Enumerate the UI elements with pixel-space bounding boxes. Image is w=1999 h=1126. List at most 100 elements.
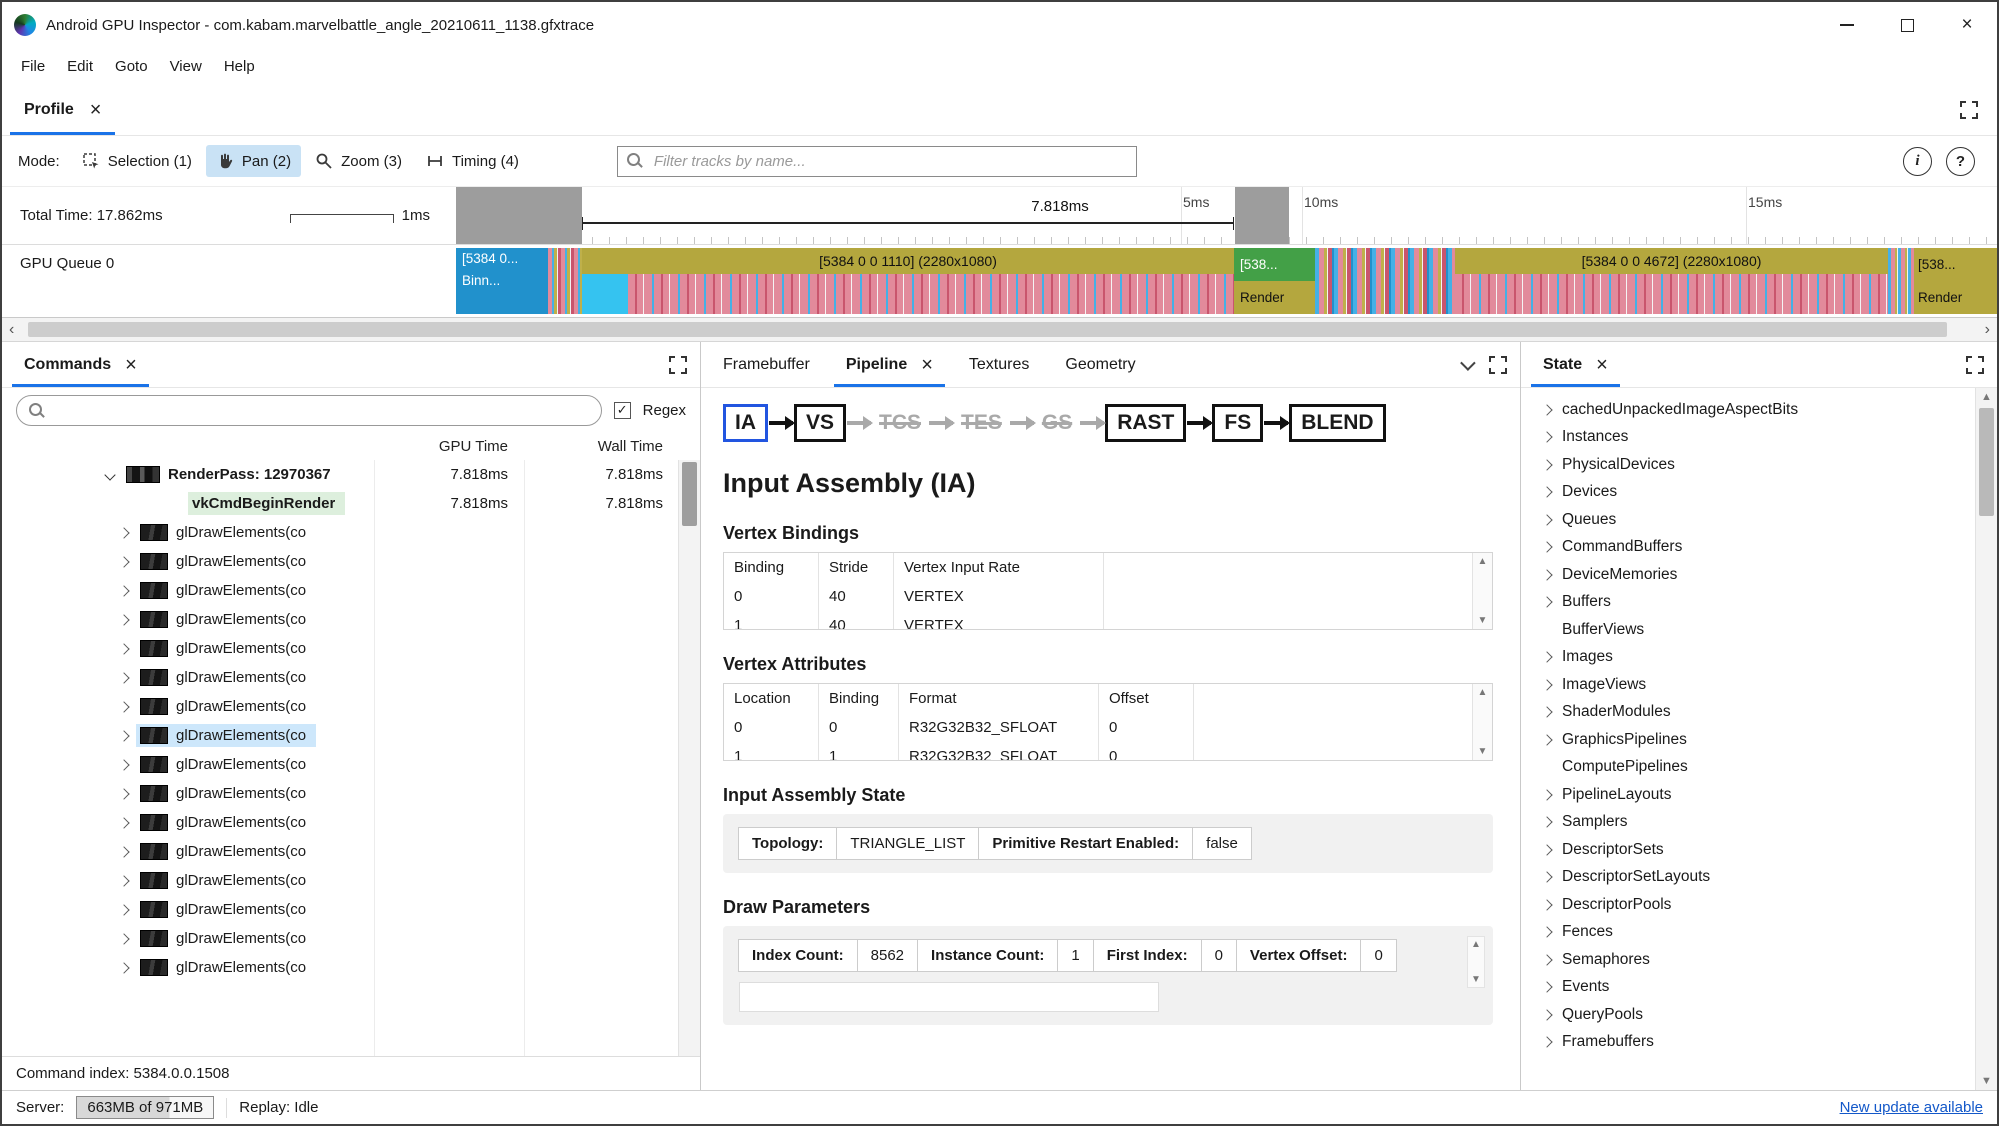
chevron-right-icon[interactable] bbox=[1541, 596, 1553, 608]
chevron-right-icon[interactable] bbox=[118, 613, 130, 626]
tab-profile[interactable]: Profile × bbox=[2, 84, 123, 135]
command-row[interactable]: RenderPass: 12970367 7.818ms 7.818ms bbox=[2, 460, 700, 489]
command-row[interactable]: glDrawElements(co bbox=[2, 518, 700, 547]
chevron-right-icon[interactable] bbox=[118, 584, 130, 597]
tab-framebuffer[interactable]: Framebuffer bbox=[705, 342, 828, 387]
state-item[interactable]: ShaderModules bbox=[1521, 699, 1997, 727]
chevron-right-icon[interactable] bbox=[1541, 871, 1553, 883]
scroll-up-icon[interactable]: ▲ bbox=[1981, 391, 1992, 403]
chevron-right-icon[interactable] bbox=[1541, 789, 1553, 801]
chevron-right-icon[interactable] bbox=[1541, 844, 1553, 856]
state-item[interactable]: Devices bbox=[1521, 479, 1997, 507]
tab-close-icon[interactable]: × bbox=[125, 355, 137, 375]
table-vscrollbar[interactable]: ▲ ▼ bbox=[1472, 684, 1492, 760]
chevron-down-icon[interactable] bbox=[104, 468, 116, 481]
vscroll-thumb[interactable] bbox=[1979, 408, 1994, 516]
mode-zoom-button[interactable]: Zoom (3) bbox=[305, 145, 412, 177]
menu-view[interactable]: View bbox=[159, 53, 213, 80]
state-item[interactable]: DescriptorPools bbox=[1521, 891, 1997, 919]
state-vscrollbar[interactable]: ▲ ▼ bbox=[1975, 388, 1997, 1090]
fullscreen-icon[interactable] bbox=[668, 355, 688, 375]
state-item[interactable]: Semaphores bbox=[1521, 946, 1997, 974]
mode-timing-button[interactable]: Timing (4) bbox=[416, 145, 529, 177]
commands-tree[interactable]: RenderPass: 12970367 7.818ms 7.818ms vkCmdB… bbox=[2, 460, 700, 1056]
chevron-right-icon[interactable] bbox=[1541, 431, 1553, 443]
panel-vscrollbar[interactable]: ▲ ▼ bbox=[1467, 936, 1485, 988]
chevron-right-icon[interactable] bbox=[1541, 651, 1553, 663]
menu-edit[interactable]: Edit bbox=[56, 53, 104, 80]
chevron-right-icon[interactable] bbox=[118, 729, 130, 742]
vscroll-thumb[interactable] bbox=[682, 462, 697, 526]
maximize-button[interactable] bbox=[1877, 2, 1937, 48]
state-item[interactable]: BufferViews bbox=[1521, 616, 1997, 644]
minimize-button[interactable] bbox=[1817, 2, 1877, 48]
chevron-right-icon[interactable] bbox=[118, 526, 130, 539]
commands-search-input[interactable] bbox=[51, 397, 591, 423]
pipeline-stage-tcs[interactable]: TCS bbox=[872, 404, 929, 442]
state-item[interactable]: cachedUnpackedImageAspectBits bbox=[1521, 396, 1997, 424]
timeline-ruler[interactable]: 5ms 10ms 15ms 7.818ms bbox=[456, 187, 1997, 245]
scroll-down-icon[interactable]: ▼ bbox=[1471, 974, 1481, 985]
command-row[interactable]: glDrawElements(co bbox=[2, 692, 700, 721]
command-row[interactable]: glDrawElements(co bbox=[2, 779, 700, 808]
chevron-right-icon[interactable] bbox=[1541, 1036, 1553, 1048]
command-row[interactable]: vkCmdBeginRender 7.818ms 7.818ms bbox=[2, 489, 700, 518]
command-row[interactable]: glDrawElements(co bbox=[2, 924, 700, 953]
command-row[interactable]: glDrawElements(co bbox=[2, 895, 700, 924]
mode-pan-button[interactable]: Pan (2) bbox=[205, 145, 302, 177]
scroll-down-icon[interactable]: ▼ bbox=[1478, 746, 1488, 757]
column-header-gpu-time[interactable]: GPU Time bbox=[374, 438, 524, 455]
close-button[interactable]: × bbox=[1937, 2, 1997, 48]
scroll-left-icon[interactable]: ‹ bbox=[9, 321, 14, 339]
fullscreen-icon[interactable] bbox=[1965, 355, 1985, 375]
chevron-right-icon[interactable] bbox=[1541, 514, 1553, 526]
track-slice-binning[interactable]: [5384 0... Binn... bbox=[456, 248, 582, 314]
scroll-right-icon[interactable]: › bbox=[1985, 321, 1990, 339]
chevron-down-icon[interactable] bbox=[1460, 355, 1476, 371]
help-button[interactable]: ? bbox=[1946, 146, 1975, 176]
state-item[interactable]: Images bbox=[1521, 644, 1997, 672]
info-button[interactable]: i bbox=[1903, 146, 1932, 176]
track-slice-render-2[interactable]: [538... Render bbox=[1888, 248, 1997, 314]
state-item[interactable]: DescriptorSets bbox=[1521, 836, 1997, 864]
chevron-right-icon[interactable] bbox=[118, 932, 130, 945]
chevron-right-icon[interactable] bbox=[118, 758, 130, 771]
state-item[interactable]: GraphicsPipelines bbox=[1521, 726, 1997, 754]
chevron-right-icon[interactable] bbox=[1541, 1009, 1553, 1021]
scroll-up-icon[interactable]: ▲ bbox=[1478, 687, 1488, 698]
chevron-right-icon[interactable] bbox=[1541, 734, 1553, 746]
mode-selection-button[interactable]: Selection (1) bbox=[72, 145, 202, 177]
state-item[interactable]: CommandBuffers bbox=[1521, 534, 1997, 562]
command-row[interactable]: glDrawElements(co bbox=[2, 663, 700, 692]
state-item[interactable]: Events bbox=[1521, 974, 1997, 1002]
chevron-right-icon[interactable] bbox=[118, 903, 130, 916]
state-tree[interactable]: cachedUnpackedImageAspectBits Instances Ph… bbox=[1521, 388, 1997, 1090]
command-row[interactable]: glDrawElements(co bbox=[2, 721, 700, 750]
state-item[interactable]: ComputePipelines bbox=[1521, 754, 1997, 782]
filter-tracks-input[interactable] bbox=[616, 145, 1137, 177]
pipeline-stage-tes[interactable]: TES bbox=[954, 404, 1009, 442]
chevron-right-icon[interactable] bbox=[118, 787, 130, 800]
chevron-right-icon[interactable] bbox=[118, 816, 130, 829]
state-item[interactable]: Fences bbox=[1521, 919, 1997, 947]
pipeline-stage-rast[interactable]: RAST bbox=[1105, 404, 1187, 442]
pipeline-stage-blend[interactable]: BLEND bbox=[1289, 404, 1386, 442]
pipeline-stage-vs[interactable]: VS bbox=[794, 404, 847, 442]
profile-fullscreen-button[interactable] bbox=[1959, 100, 1979, 120]
chevron-right-icon[interactable] bbox=[118, 700, 130, 713]
tab-geometry[interactable]: Geometry bbox=[1047, 342, 1153, 387]
scroll-down-icon[interactable]: ▼ bbox=[1478, 615, 1488, 626]
pipeline-stage-fs[interactable]: FS bbox=[1212, 404, 1264, 442]
chevron-right-icon[interactable] bbox=[1541, 706, 1553, 718]
chevron-right-icon[interactable] bbox=[1541, 954, 1553, 966]
scroll-down-icon[interactable]: ▼ bbox=[1981, 1075, 1992, 1087]
chevron-right-icon[interactable] bbox=[1541, 459, 1553, 471]
commands-vscrollbar[interactable] bbox=[678, 460, 700, 1056]
track-slice-renderpass-1110[interactable]: [5384 0 0 1110] (2280x1080) bbox=[582, 248, 1234, 314]
state-item[interactable]: Samplers bbox=[1521, 809, 1997, 837]
chevron-right-icon[interactable] bbox=[1541, 899, 1553, 911]
state-item[interactable]: QueryPools bbox=[1521, 1001, 1997, 1029]
chevron-right-icon[interactable] bbox=[118, 671, 130, 684]
command-row[interactable]: glDrawElements(co bbox=[2, 750, 700, 779]
fullscreen-icon[interactable] bbox=[1488, 355, 1508, 375]
